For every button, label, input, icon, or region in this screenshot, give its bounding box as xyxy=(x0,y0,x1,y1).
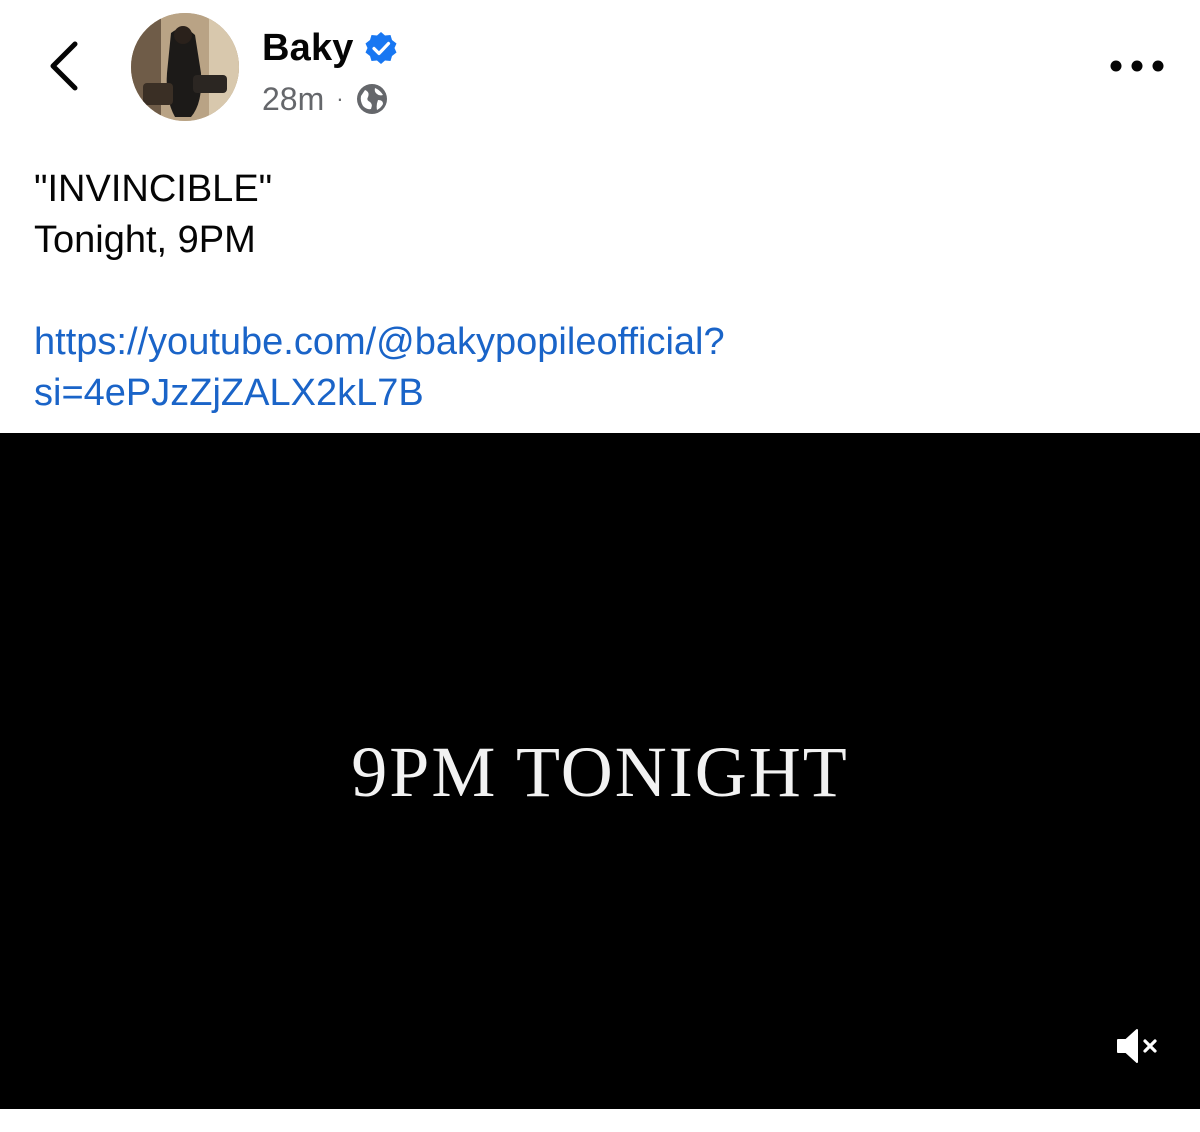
more-horizontal-icon xyxy=(1110,60,1164,72)
post-title-line: "INVINCIBLE" xyxy=(34,168,273,210)
author-name[interactable]: Baky xyxy=(262,27,354,70)
speaker-muted-icon xyxy=(1117,1029,1157,1063)
post-meta: 28m · xyxy=(262,78,388,120)
mute-toggle-button[interactable] xyxy=(1112,1023,1164,1069)
author-avatar[interactable] xyxy=(131,13,239,121)
more-options-button[interactable] xyxy=(1104,46,1170,86)
avatar-photo xyxy=(131,13,239,121)
chevron-left-icon xyxy=(50,41,78,91)
post-header: Baky 28m · xyxy=(0,0,1200,140)
back-button[interactable] xyxy=(38,36,90,96)
author-name-row: Baky xyxy=(262,24,398,72)
video-player[interactable]: 9PM TONIGHT xyxy=(0,433,1200,1109)
verified-badge-icon xyxy=(364,31,398,65)
post-body: "INVINCIBLE" Tonight, 9PM https://youtub… xyxy=(34,164,1174,419)
youtube-link-line-2[interactable]: si=4ePJzZjZALX2kL7B xyxy=(34,368,1174,419)
globe-icon[interactable] xyxy=(356,83,388,115)
youtube-link-line-1[interactable]: https://youtube.com/@bakypopileofficial? xyxy=(34,317,1174,368)
post-timestamp[interactable]: 28m xyxy=(262,81,324,118)
video-overlay-text: 9PM TONIGHT xyxy=(351,732,849,812)
post-time-line: Tonight, 9PM xyxy=(34,219,256,261)
post-screen: Baky 28m · "INVINCIBLE" Tonight, 9PM htt… xyxy=(0,0,1200,1132)
meta-separator: · xyxy=(336,86,344,111)
